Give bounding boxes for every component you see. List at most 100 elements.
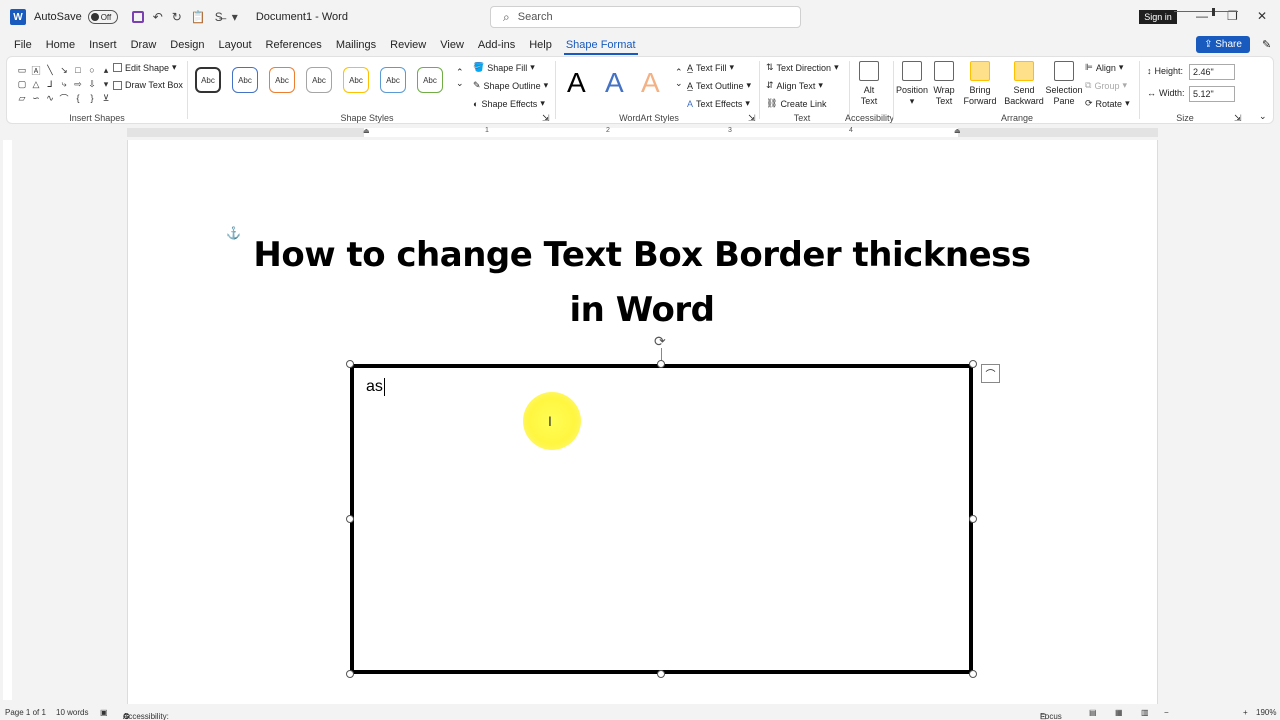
tab-review[interactable]: Review <box>383 34 433 56</box>
triangle-shape-icon[interactable]: △ <box>30 78 42 90</box>
tab-mailings[interactable]: Mailings <box>329 34 383 56</box>
text-outline-button[interactable]: A̲ Text Outline ▾ <box>687 80 751 91</box>
customize-qat-icon[interactable]: ▾ <box>232 10 238 24</box>
height-input[interactable]: 2.46" <box>1189 64 1235 80</box>
layout-options-icon[interactable]: ⌒ <box>981 364 1000 383</box>
resize-handle-top[interactable] <box>657 360 665 368</box>
resize-handle-left[interactable] <box>346 515 354 523</box>
shape-styles-scroll-icon[interactable]: ⌃ ⌄ <box>456 67 464 89</box>
ruler-right-indent-icon[interactable]: ⏏ <box>954 127 961 135</box>
left-brace-shape-icon[interactable]: { <box>72 92 84 104</box>
anchor-icon[interactable]: ⚓ <box>226 226 241 240</box>
sign-in-button[interactable]: Sign in <box>1139 10 1177 24</box>
vertical-ruler[interactable] <box>3 140 12 700</box>
rectangle-shape-icon[interactable]: ▭ <box>16 64 28 76</box>
position-button[interactable]: Position ▾ <box>896 61 928 107</box>
square-shape-icon[interactable]: □ <box>72 64 84 76</box>
dialog-launcher-icon[interactable]: ⇲ <box>542 113 550 124</box>
curved-connector-shape-icon[interactable]: ⤷ <box>58 78 70 90</box>
arrow-line-shape-icon[interactable]: ↘ <box>58 64 70 76</box>
shape-style-3[interactable]: Abc <box>269 67 295 93</box>
zoom-in-icon[interactable]: + <box>1243 708 1248 717</box>
rotate-button[interactable]: ⟳ Rotate ▾ <box>1085 98 1130 109</box>
redo-icon[interactable]: ↻ <box>172 10 182 24</box>
flowchart-shape-icon[interactable]: ▱ <box>16 92 28 104</box>
shape-fill-button[interactable]: 🪣 Shape Fill ▾ <box>473 62 535 73</box>
tab-help[interactable]: Help <box>522 34 559 56</box>
resize-handle-top-left[interactable] <box>346 360 354 368</box>
oval-shape-icon[interactable]: ○ <box>86 64 98 76</box>
autosave-toggle[interactable]: Off <box>87 10 118 24</box>
resize-handle-bottom-left[interactable] <box>346 670 354 678</box>
more-shapes-up-icon[interactable]: ▴ <box>100 64 112 76</box>
zoom-slider-thumb[interactable] <box>1212 8 1215 16</box>
textbox-shape-icon[interactable]: 🄰 <box>30 64 42 76</box>
tab-view[interactable]: View <box>433 34 471 56</box>
shape-style-6[interactable]: Abc <box>380 67 406 93</box>
ribbon-options-icon[interactable]: ✎ <box>1262 38 1271 51</box>
right-arrow-shape-icon[interactable]: ⇨ <box>72 78 84 90</box>
resize-handle-right[interactable] <box>969 515 977 523</box>
more-shapes-down-icon[interactable]: ▾ <box>100 78 112 90</box>
wrap-text-button[interactable]: Wrap Text <box>929 61 959 107</box>
line-shape-icon[interactable]: ╲ <box>44 64 56 76</box>
text-box-content[interactable]: as <box>366 378 385 396</box>
proofing-icon[interactable]: ▣ <box>100 708 108 717</box>
width-input[interactable]: 5.12" <box>1189 86 1235 102</box>
rounded-rect-shape-icon[interactable]: ▢ <box>16 78 28 90</box>
share-button[interactable]: ⇪ Share <box>1196 36 1250 53</box>
dialog-launcher-icon[interactable]: ⇲ <box>748 113 756 124</box>
document-heading[interactable]: How to change Text Box Border thickness … <box>240 228 1044 338</box>
text-direction-button[interactable]: ⇅ Text Direction ▾ <box>766 62 839 73</box>
wordart-scroll-icon[interactable]: ⌃ ⌄ <box>675 67 683 89</box>
tab-home[interactable]: Home <box>39 34 82 56</box>
horizontal-ruler[interactable]: ⏏ 2 4 1 3 ⏏ <box>0 125 1280 140</box>
send-backward-button[interactable]: Send Backward <box>1004 61 1044 107</box>
shape-style-2[interactable]: Abc <box>232 67 258 93</box>
elbow-connector-shape-icon[interactable]: ⅃ <box>44 78 56 90</box>
collapse-ribbon-icon[interactable]: ⌄ <box>1259 111 1267 122</box>
search-input[interactable]: ⌕ Search <box>490 6 801 28</box>
tab-insert[interactable]: Insert <box>82 34 124 56</box>
shape-style-1[interactable]: Abc <box>195 67 221 93</box>
tab-shape-format[interactable]: Shape Format <box>559 34 643 56</box>
word-count[interactable]: 10 words <box>56 708 88 717</box>
wordart-style-1[interactable]: A <box>567 67 586 99</box>
shape-outline-button[interactable]: ✎ Shape Outline ▾ <box>473 80 548 91</box>
text-fill-button[interactable]: A̲ Text Fill ▾ <box>687 62 734 73</box>
shape-style-5[interactable]: Abc <box>343 67 369 93</box>
shape-style-7[interactable]: Abc <box>417 67 443 93</box>
resize-handle-bottom-right[interactable] <box>969 670 977 678</box>
freeform-shape-icon[interactable]: ∽ <box>30 92 42 104</box>
resize-handle-top-right[interactable] <box>969 360 977 368</box>
zoom-out-icon[interactable]: − <box>1164 708 1169 717</box>
expand-shapes-icon[interactable]: ⊻ <box>100 92 112 104</box>
align-button[interactable]: ⊫ Align ▾ <box>1085 62 1123 73</box>
page-count[interactable]: Page 1 of 1 <box>5 708 46 717</box>
tab-draw[interactable]: Draw <box>124 34 164 56</box>
ruler-indent-marker-icon[interactable]: ⏏ <box>363 127 370 135</box>
rotation-handle-icon[interactable]: ⟳ <box>654 333 666 350</box>
draw-text-box-button[interactable]: Draw Text Box <box>113 80 183 90</box>
zoom-level[interactable]: 190% <box>1256 708 1276 717</box>
alt-text-button[interactable]: Alt Text <box>856 61 882 107</box>
undo-icon[interactable]: ↶ <box>153 10 163 24</box>
shape-style-4[interactable]: Abc <box>306 67 332 93</box>
close-icon[interactable]: ✕ <box>1257 9 1267 23</box>
edit-shape-button[interactable]: Edit Shape ▾ <box>113 62 177 73</box>
create-link-button[interactable]: ⛓ Create Link <box>766 98 826 109</box>
print-layout-icon[interactable]: ▦ <box>1115 708 1123 717</box>
dialog-launcher-icon[interactable]: ⇲ <box>1234 113 1242 124</box>
shape-effects-button[interactable]: ◐ Shape Effects ▾ <box>473 98 545 109</box>
wordart-style-2[interactable]: A <box>605 67 624 99</box>
wordart-style-3[interactable]: A <box>641 67 660 99</box>
right-brace-shape-icon[interactable]: } <box>86 92 98 104</box>
text-box[interactable]: as <box>350 364 973 674</box>
scribble-shape-icon[interactable]: ∿ <box>44 92 56 104</box>
save-icon[interactable] <box>131 11 144 23</box>
group-button[interactable]: ⧉ Group ▾ <box>1085 80 1127 91</box>
tab-add-ins[interactable]: Add-ins <box>471 34 522 56</box>
arc-shape-icon[interactable]: ⌒ <box>58 92 70 104</box>
resize-handle-bottom[interactable] <box>657 670 665 678</box>
bring-forward-button[interactable]: Bring Forward <box>961 61 999 107</box>
